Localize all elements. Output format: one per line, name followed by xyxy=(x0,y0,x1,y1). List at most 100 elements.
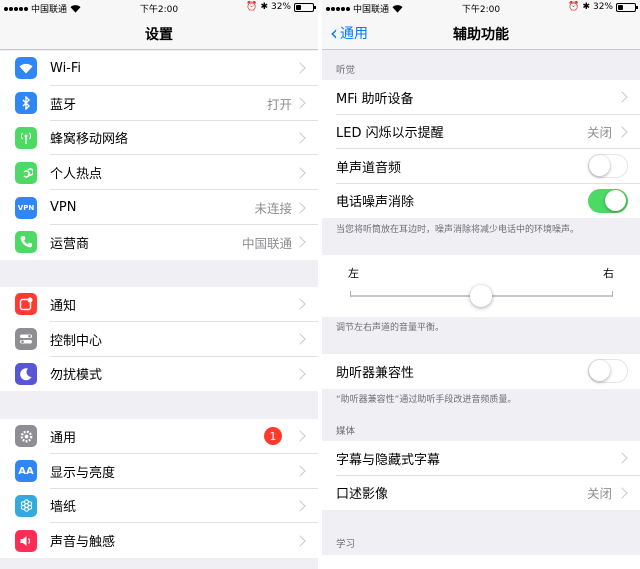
settings-row-label: 蜂窝移动网络 xyxy=(50,132,129,148)
chevron-right-icon xyxy=(616,126,628,138)
hotspot-icon xyxy=(15,161,37,184)
settings-row[interactable]: 蜂窝移动网络 xyxy=(0,121,318,156)
toggle-switch[interactable] xyxy=(588,154,628,179)
accessibility-row[interactable]: 电话噪声消除 xyxy=(322,184,640,219)
balance-left-label: 左 xyxy=(348,267,359,280)
hearing-group: MFi 助听设备 LED 闪烁以示提醒 关闭单声道音频电话噪声消除 xyxy=(322,80,640,218)
settings-row[interactable]: AA 显示与亮度 xyxy=(0,454,318,489)
settings-screen: 中国联通 下午2:00 ⏰ ✱ 32% 设置 Wi-Fi 蓝牙 打开蜂窝移动网络 个人… xyxy=(0,0,318,569)
balance-footnote: 调节左右声道的音量平衡。 xyxy=(336,323,445,333)
accessibility-row-label: 字幕与隐藏式字幕 xyxy=(336,452,441,468)
nav-bar: 设置 xyxy=(0,16,318,50)
display-icon: AA xyxy=(15,460,37,483)
bluetooth-status-icon: ✱ xyxy=(582,2,590,12)
chevron-right-icon xyxy=(294,500,306,512)
accessibility-screen: 中国联通 下午2:00 ⏰ ✱ 32% ‹ 通用 辅助功能 听觉 MFi 助听设… xyxy=(322,0,640,569)
chevron-right-icon xyxy=(294,97,306,109)
chevron-right-icon xyxy=(294,62,306,75)
settings-row-label: 运营商 xyxy=(50,236,90,252)
settings-group-general: 通用 1 AA 显示与亮度墙纸声音与触感 xyxy=(0,419,318,559)
chevron-right-icon xyxy=(616,487,628,499)
settings-group-connectivity: Wi-Fi 蓝牙 打开蜂窝移动网络 个人热点 VPN VPN 未连接运营商 中国联通 xyxy=(0,51,318,260)
settings-row[interactable]: 通用 1 xyxy=(0,419,318,454)
chevron-right-icon xyxy=(294,368,306,380)
chevron-right-icon xyxy=(294,132,306,144)
settings-row-label: 个人热点 xyxy=(50,167,103,183)
chevron-right-icon xyxy=(294,201,306,214)
chevron-right-icon xyxy=(616,452,628,464)
battery-percent: 32% xyxy=(270,2,291,12)
alarm-icon: ⏰ xyxy=(246,2,258,12)
accessibility-row-label: 口述影像 xyxy=(336,487,389,503)
phone-icon xyxy=(15,231,37,254)
settings-row-label: 墙纸 xyxy=(50,500,77,516)
settings-row[interactable]: 通知 xyxy=(0,287,318,322)
hac-row[interactable]: 助听器兼容性 xyxy=(322,354,640,389)
accessibility-row[interactable]: MFi 助听设备 xyxy=(322,80,640,115)
settings-row[interactable]: 个人热点 xyxy=(0,155,318,191)
status-bar: 中国联通 下午2:00 ⏰ ✱ 32% xyxy=(0,0,318,16)
accessibility-row[interactable]: 口述影像 关闭 xyxy=(322,476,640,511)
settings-row-label: Wi-Fi xyxy=(50,60,82,76)
hac-footnote: “助听器兼容性”通过助听手段改进音频质量。 xyxy=(336,395,517,405)
chevron-right-icon xyxy=(616,91,628,103)
balance-slider-group: 左 右 xyxy=(322,255,640,317)
balance-slider-thumb[interactable] xyxy=(470,285,492,307)
hac-toggle[interactable] xyxy=(588,359,628,384)
hac-group: 助听器兼容性 xyxy=(322,354,640,389)
settings-row-label: 通用 xyxy=(50,430,77,446)
settings-row[interactable]: Wi-Fi xyxy=(0,51,318,86)
settings-row[interactable]: 勿扰模式 xyxy=(0,357,318,392)
toggle-switch[interactable] xyxy=(588,188,628,213)
accessibility-row-label: LED 闪烁以示提醒 xyxy=(336,126,444,142)
settings-row-value: 打开 xyxy=(266,96,292,112)
section-header-learning: 学习 xyxy=(336,539,356,550)
toggle-knob xyxy=(605,189,626,211)
alarm-icon: ⏰ xyxy=(568,2,580,12)
accessibility-row[interactable]: 字幕与隐藏式字幕 xyxy=(322,441,640,476)
hac-label: 助听器兼容性 xyxy=(336,365,415,381)
accessibility-row-value: 关闭 xyxy=(586,486,612,502)
sound-icon xyxy=(15,529,37,552)
settings-row-label: 控制中心 xyxy=(50,333,103,349)
settings-group-notifications: 通知控制中心勿扰模式 xyxy=(0,287,318,392)
cellular-icon xyxy=(15,126,37,149)
battery-icon xyxy=(294,2,316,12)
vpn-icon: VPN xyxy=(15,196,37,219)
settings-row-value: 中国联通 xyxy=(241,235,292,251)
section-header-media: 媒体 xyxy=(336,426,356,437)
media-group: 字幕与隐藏式字幕 口述影像 关闭 xyxy=(322,441,640,510)
settings-row[interactable]: VPN VPN 未连接 xyxy=(0,190,318,225)
nav-bar: ‹ 通用 辅助功能 xyxy=(322,16,640,50)
battery-icon xyxy=(616,2,638,12)
accessibility-row-label: MFi 助听设备 xyxy=(336,91,414,107)
settings-row-label: 通知 xyxy=(50,298,77,314)
settings-row[interactable]: 蓝牙 打开 xyxy=(0,86,318,121)
moon-icon xyxy=(15,362,37,385)
settings-row[interactable]: 声音与触感 xyxy=(0,523,318,558)
accessibility-row[interactable]: 单声道音频 xyxy=(322,149,640,184)
toggle-knob xyxy=(589,360,610,382)
settings-row-label: 蓝牙 xyxy=(50,97,77,113)
accessibility-row-label: 单声道音频 xyxy=(336,160,402,176)
page-title: 辅助功能 xyxy=(453,27,509,43)
settings-row-label: 显示与亮度 xyxy=(50,465,116,481)
section-header-hearing: 听觉 xyxy=(336,65,356,76)
settings-row[interactable]: 运营商 中国联通 xyxy=(0,225,318,260)
chevron-right-icon xyxy=(294,535,306,547)
settings-row-label: VPN xyxy=(50,200,77,216)
battery-percent: 32% xyxy=(592,2,613,12)
settings-row-value: 未连接 xyxy=(254,201,292,217)
settings-row[interactable]: 控制中心 xyxy=(0,322,318,357)
balance-tick xyxy=(612,291,613,297)
settings-row-label: 声音与触感 xyxy=(50,535,116,551)
accessibility-row[interactable]: LED 闪烁以示提醒 关闭 xyxy=(322,115,640,149)
accessibility-row-value: 关闭 xyxy=(586,125,612,141)
chevron-right-icon xyxy=(294,430,306,443)
balance-right-label: 右 xyxy=(603,267,614,280)
settings-row-label: 勿扰模式 xyxy=(50,368,103,384)
balance-tick xyxy=(350,291,351,297)
notification-badge: 1 xyxy=(264,427,282,446)
chevron-right-icon xyxy=(294,298,306,311)
settings-row[interactable]: 墙纸 xyxy=(0,489,318,524)
